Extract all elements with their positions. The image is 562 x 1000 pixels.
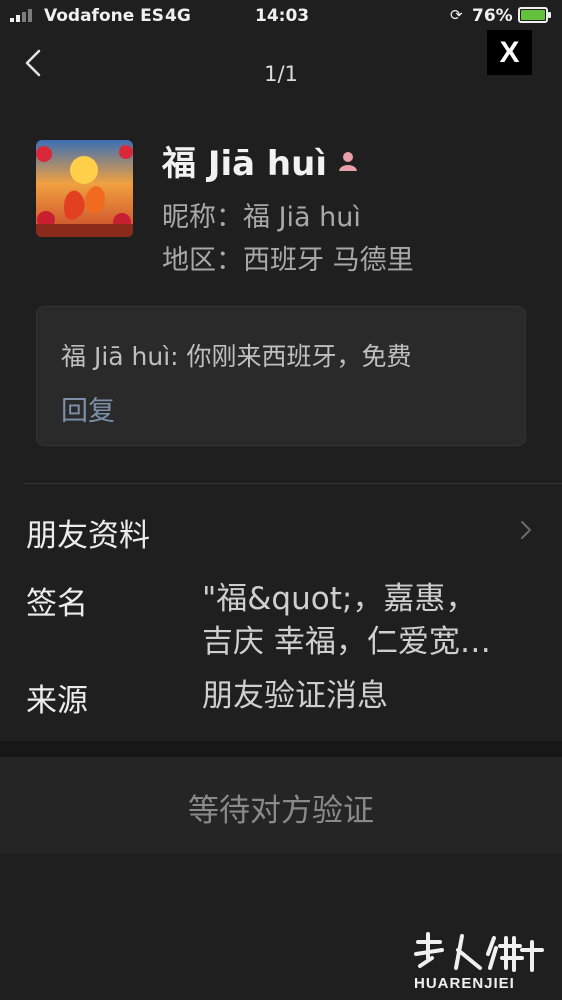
reply-link[interactable]: 回复: [61, 389, 115, 428]
female-icon: [339, 151, 357, 171]
waiting-verification-label: 等待对方验证: [188, 793, 374, 829]
divider: [24, 483, 562, 484]
source-label: 来源: [26, 683, 88, 719]
battery-charging-icon: [518, 7, 551, 23]
status-bar: Vodafone ES 4G 14:03 ⟳ 76%: [0, 0, 562, 34]
friend-info-title[interactable]: 朋友资料: [26, 510, 150, 555]
signature-label: 签名: [26, 586, 88, 622]
close-button[interactable]: X: [487, 30, 532, 75]
battery-percent: 76%: [472, 6, 513, 26]
section-separator: [0, 741, 562, 757]
friend-request-message: 福 Jiā huì: 你刚来西班牙，免费 回复: [36, 306, 526, 446]
profile-region: 地区：西班牙 马德里: [162, 245, 414, 276]
waiting-verification-button[interactable]: 等待对方验证: [0, 757, 562, 853]
page-indicator: 1/1: [264, 62, 298, 86]
status-time: 14:03: [255, 6, 310, 26]
signature-line-2: 吉庆 幸福，仁爱宽…: [202, 624, 491, 660]
watermark-text: HUARENJIEI: [414, 975, 515, 992]
message-text: 福 Jiā huì: 你刚来西班牙，免费: [61, 342, 412, 371]
chevron-right-icon[interactable]: [518, 518, 534, 542]
signature-value: "福&quot;，嘉惠， 吉庆 幸福，仁爱宽…: [202, 578, 542, 664]
top-nav: 1/1 X: [0, 30, 562, 110]
carrier-name: Vodafone ES: [44, 6, 165, 26]
watermark-logo-icon: [414, 932, 544, 972]
network-type: 4G: [165, 6, 191, 26]
profile-nickname: 昵称：福 Jiā huì: [162, 202, 361, 233]
profile-header: 福 Jiā huì 昵称：福 Jiā huì 地区：西班牙 马德里: [0, 130, 562, 280]
profile-name: 福 Jiā huì: [162, 144, 327, 184]
source-value: 朋友验证消息: [202, 678, 388, 714]
avatar[interactable]: [36, 140, 133, 237]
signal-strength-icon: [10, 8, 40, 22]
signature-line-1: "福&quot;，嘉惠，: [202, 581, 477, 617]
orientation-lock-icon: ⟳: [450, 6, 463, 24]
